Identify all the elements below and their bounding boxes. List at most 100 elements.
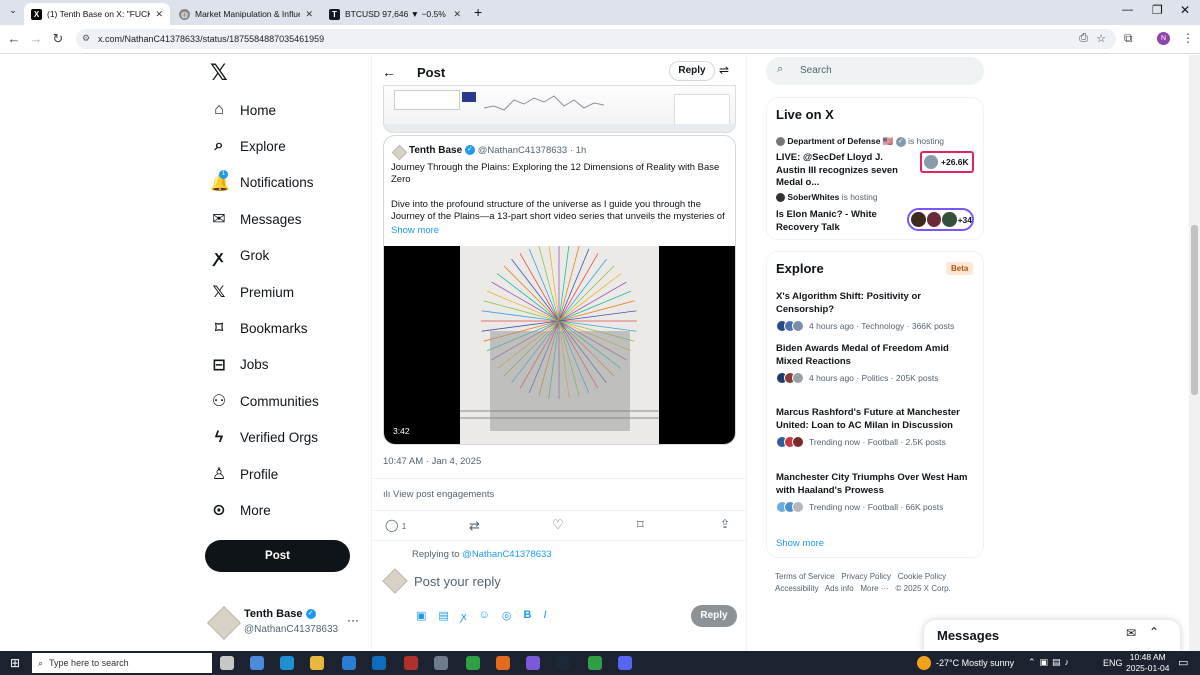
- nav-notifications[interactable]: 🔔 1 Notifications: [210, 168, 314, 198]
- live-listeners[interactable]: +34: [907, 208, 974, 231]
- bold-icon[interactable]: B: [524, 609, 532, 624]
- bookmark-star-icon[interactable]: ☆: [1096, 32, 1106, 45]
- live-listeners[interactable]: +26.6K: [920, 151, 974, 173]
- discord-icon[interactable]: [618, 656, 632, 670]
- live-title[interactable]: LIVE: @SecDef Lloyd J. Austin III recogn…: [776, 152, 912, 190]
- extensions-icon[interactable]: ⧉: [1124, 31, 1133, 46]
- system-tray-icons[interactable]: ⌃▣▤♪: [1028, 657, 1073, 668]
- calculator-icon[interactable]: [434, 656, 448, 670]
- nav-home[interactable]: ⌂ Home: [210, 95, 276, 125]
- forward-icon[interactable]: →: [28, 31, 44, 46]
- edge-icon[interactable]: [280, 656, 294, 670]
- show-more-link[interactable]: Show more: [776, 538, 824, 549]
- page-scrollbar[interactable]: [1189, 55, 1200, 651]
- footer-link[interactable]: Ads info: [825, 584, 854, 593]
- replying-to-handle[interactable]: @NathanC41378633: [462, 549, 551, 560]
- new-tab-button[interactable]: +: [474, 4, 482, 20]
- repost-icon[interactable]: ⇄: [469, 518, 480, 534]
- share-icon[interactable]: ⇪: [720, 517, 730, 531]
- chrome-icon[interactable]: [588, 656, 602, 670]
- nav-jobs[interactable]: ⊟ Jobs: [210, 350, 268, 380]
- reply-action[interactable]: ◯ 1: [385, 518, 406, 532]
- tab-tenth-base[interactable]: X (1) Tenth Base on X: "FUCK YOU ✕: [24, 3, 170, 25]
- explore-item[interactable]: Marcus Rashford's Future at Manchester U…: [776, 407, 976, 448]
- nav-verified-orgs[interactable]: ϟ Verified Orgs: [210, 423, 318, 453]
- search-input[interactable]: Search: [800, 65, 832, 76]
- scrollbar-thumb[interactable]: [1191, 225, 1198, 395]
- window-close-button[interactable]: ✕: [1180, 3, 1190, 17]
- show-more-link[interactable]: Show more: [391, 225, 439, 236]
- account-switcher[interactable]: Tenth Base ✓ @NathanC41378633 ···: [205, 605, 370, 641]
- steam-icon[interactable]: [556, 656, 570, 670]
- more-dots-icon[interactable]: ···: [347, 613, 359, 627]
- profile-avatar[interactable]: N: [1157, 32, 1170, 45]
- close-icon[interactable]: ✕: [305, 9, 313, 20]
- attached-screenshot-image[interactable]: [383, 85, 736, 133]
- messages-drawer[interactable]: Messages ✉ ⌃: [924, 620, 1180, 651]
- post-button[interactable]: Post: [205, 540, 350, 572]
- nav-premium[interactable]: 𝕏 Premium: [210, 277, 294, 307]
- post-timestamp[interactable]: 10:47 AM · Jan 4, 2025: [383, 456, 481, 467]
- chrome-icon[interactable]: [466, 656, 480, 670]
- tab-search-icon[interactable]: ⌄: [6, 5, 20, 19]
- url-bar[interactable]: ⚙ x.com/NathanC41378633/status/187558488…: [76, 29, 1116, 49]
- reload-icon[interactable]: ↻: [50, 31, 66, 47]
- install-icon[interactable]: ⎙: [1079, 32, 1088, 45]
- nav-profile[interactable]: ♙ Profile: [210, 459, 278, 489]
- app-icon[interactable]: [526, 656, 540, 670]
- app-icon[interactable]: [404, 656, 418, 670]
- explore-item[interactable]: Biden Awards Medal of Freedom Amid Mixed…: [776, 343, 976, 384]
- gif-icon[interactable]: ▤: [438, 609, 448, 624]
- minimize-button[interactable]: —: [1122, 4, 1133, 16]
- outlook-icon[interactable]: [372, 656, 386, 670]
- view-engagements-link[interactable]: ılı View post engagements: [383, 489, 494, 500]
- video-player[interactable]: 3:42: [384, 246, 735, 444]
- tab-btcusd[interactable]: T BTCUSD 97,646 ▼ −0.5% Unnam ✕: [322, 3, 468, 25]
- footer-link[interactable]: More ···: [860, 584, 888, 593]
- tab-market-manipulation[interactable]: ◍ Market Manipulation & Influen ✕: [172, 3, 320, 25]
- back-arrow-icon[interactable]: ←: [382, 64, 396, 80]
- nav-messages[interactable]: ✉ Messages: [210, 204, 301, 234]
- copilot-icon[interactable]: [250, 656, 264, 670]
- footer-link[interactable]: Privacy Policy: [841, 572, 891, 581]
- reply-submit-button[interactable]: Reply: [691, 605, 737, 627]
- footer-link[interactable]: Accessibility: [775, 584, 819, 593]
- explore-item[interactable]: Manchester City Triumphs Over West Ham w…: [776, 472, 976, 513]
- firefox-icon[interactable]: [496, 656, 510, 670]
- grok-icon[interactable]: ꭗ: [461, 609, 467, 624]
- image-icon[interactable]: ▣: [416, 609, 426, 624]
- new-message-icon[interactable]: ✉: [1126, 626, 1136, 640]
- search-box[interactable]: ⌕ Search: [766, 57, 984, 85]
- nav-grok[interactable]: ꭗ Grok: [210, 241, 270, 271]
- reply-input[interactable]: Post your reply: [414, 574, 501, 589]
- taskbar-search[interactable]: ⌕ Type here to search: [32, 653, 212, 673]
- nav-bookmarks[interactable]: ⌑ Bookmarks: [210, 313, 308, 343]
- footer-link[interactable]: Cookie Policy: [898, 572, 946, 581]
- quoted-post[interactable]: Tenth Base ✓ @NathanC41378633 · 1h Journ…: [383, 135, 736, 445]
- explore-item[interactable]: X's Algorithm Shift: Positivity or Censo…: [776, 291, 976, 332]
- file-explorer-icon[interactable]: [310, 656, 324, 670]
- footer-link[interactable]: Terms of Service: [775, 572, 835, 581]
- weather-text[interactable]: -27°C Mostly sunny: [936, 658, 1014, 668]
- collapse-icon[interactable]: ⌃: [1149, 625, 1159, 639]
- nav-explore[interactable]: ⌕ Explore: [210, 131, 286, 161]
- nav-more[interactable]: ⊙ More: [210, 495, 270, 525]
- settings-icon[interactable]: ⇌: [719, 63, 729, 77]
- x-logo-icon[interactable]: 𝕏: [210, 60, 228, 86]
- task-view-icon[interactable]: [220, 656, 234, 670]
- clock[interactable]: 10:48 AM 2025-01-04: [1126, 652, 1169, 674]
- windows-start-icon[interactable]: ⊞: [10, 656, 20, 670]
- browser-menu-icon[interactable]: ⋮: [1182, 31, 1194, 45]
- maximize-button[interactable]: ❐: [1152, 3, 1163, 17]
- emoji-icon[interactable]: ☺: [479, 609, 490, 624]
- live-title[interactable]: Is Elon Manic? - White Recovery Talk: [776, 209, 886, 234]
- reply-button[interactable]: Reply: [669, 61, 715, 81]
- store-icon[interactable]: [342, 656, 356, 670]
- site-info-icon[interactable]: ⚙: [82, 33, 90, 44]
- like-icon[interactable]: ♡: [552, 517, 564, 533]
- back-icon[interactable]: ←: [6, 31, 22, 46]
- close-icon[interactable]: ✕: [155, 9, 163, 20]
- nav-communities[interactable]: ⚇ Communities: [210, 386, 319, 416]
- location-icon[interactable]: ◎: [502, 609, 512, 624]
- italic-icon[interactable]: I: [543, 609, 546, 624]
